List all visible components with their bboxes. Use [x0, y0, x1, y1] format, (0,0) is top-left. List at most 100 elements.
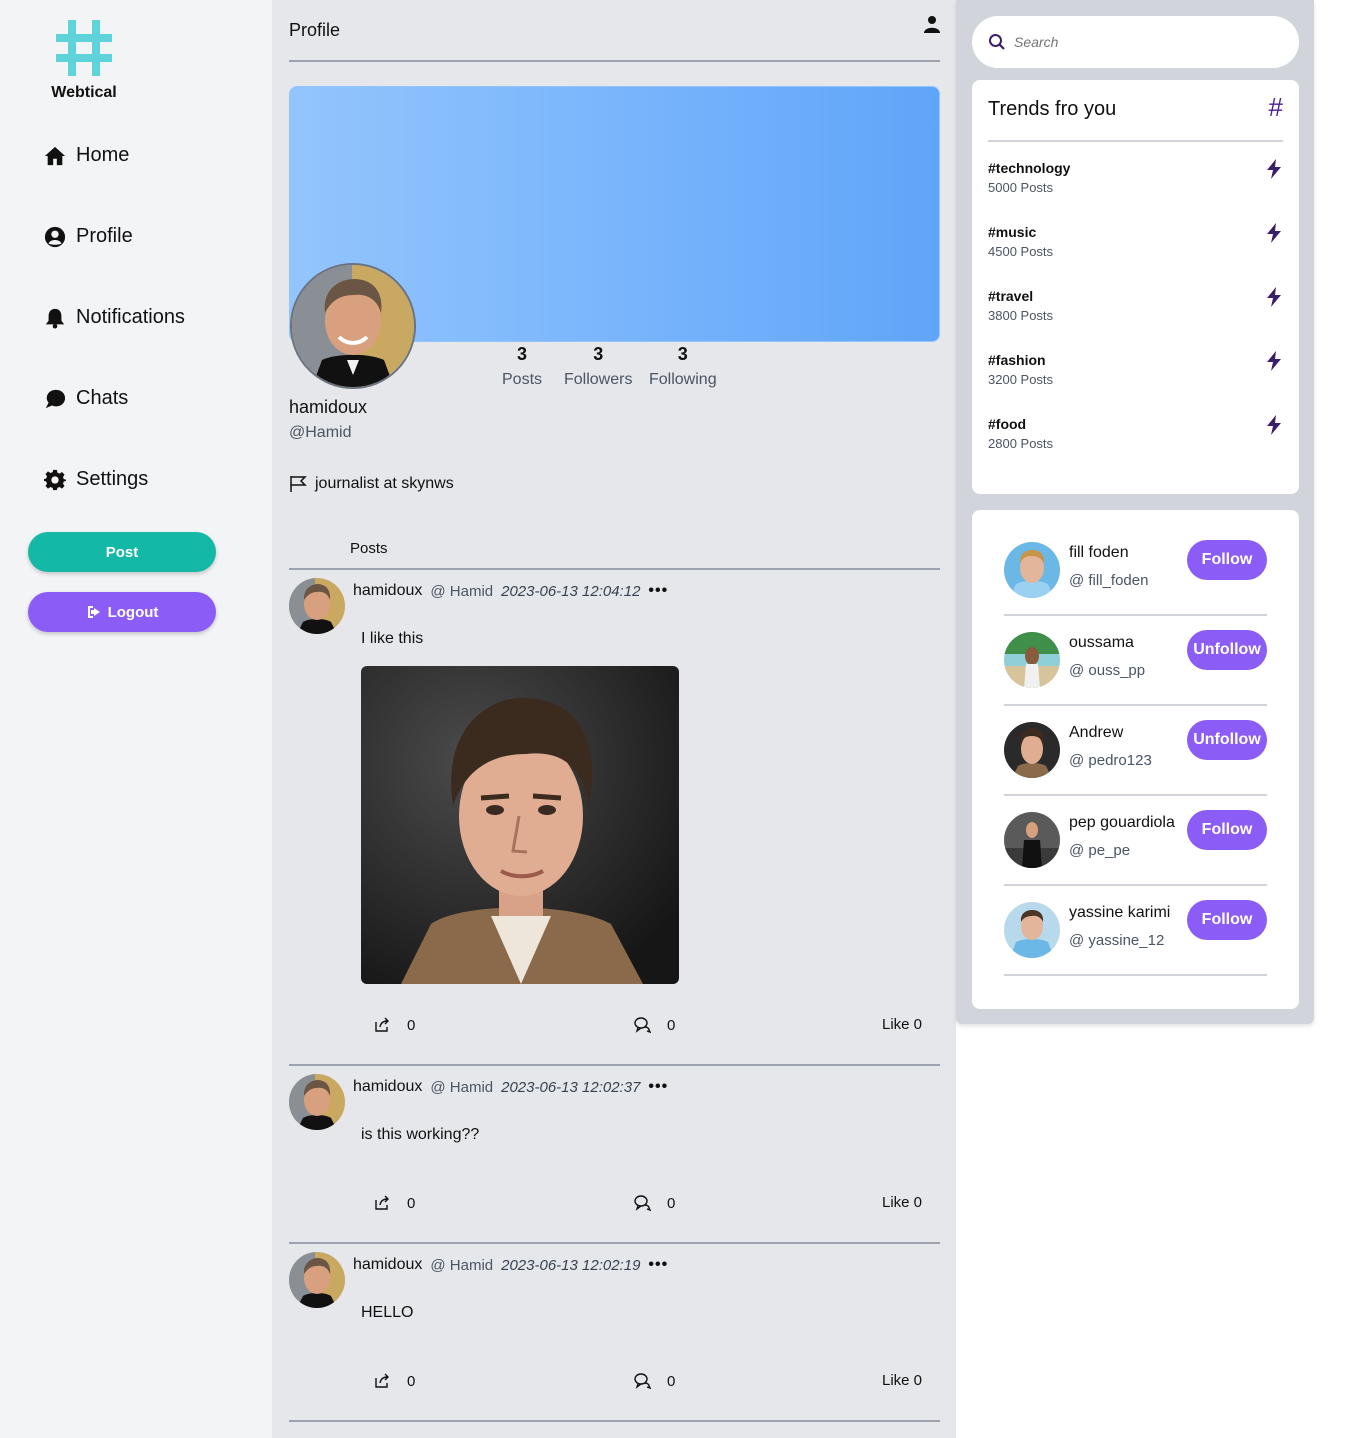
- avatar[interactable]: [1004, 542, 1060, 598]
- trend-item[interactable]: #fashion 3200 Posts: [988, 351, 1283, 396]
- trend-item[interactable]: #food 2800 Posts: [988, 415, 1283, 460]
- suggestion-name[interactable]: Andrew: [1069, 724, 1123, 742]
- suggestion-name[interactable]: oussama: [1069, 634, 1134, 652]
- nav-item-settings[interactable]: Settings: [44, 468, 148, 491]
- suggestion-name[interactable]: fill foden: [1069, 544, 1129, 562]
- share-count: 0: [407, 1016, 416, 1034]
- avatar[interactable]: [1004, 632, 1060, 688]
- stat-value: 3: [593, 344, 604, 364]
- avatar-photo: [1004, 902, 1060, 958]
- stat-value: 3: [517, 344, 528, 364]
- like-button[interactable]: Like 0: [882, 1016, 922, 1033]
- suggestion-name[interactable]: pep gouardiola: [1069, 814, 1175, 832]
- nav-item-label: Home: [76, 144, 130, 166]
- post-date: 2023-06-13 12:02:19: [501, 1256, 641, 1274]
- post-text: is this working??: [361, 1126, 480, 1143]
- post-avatar-photo: [289, 1074, 345, 1130]
- avatar[interactable]: [1004, 722, 1060, 778]
- trend-count: 5000 Posts: [988, 180, 1054, 195]
- posts-tab[interactable]: Posts: [289, 538, 940, 570]
- unfollow-button[interactable]: Unfollow: [1187, 630, 1267, 670]
- post-image-photo: [361, 666, 679, 984]
- like-button[interactable]: Like 0: [882, 1372, 922, 1389]
- trend-item[interactable]: #travel 3800 Posts: [988, 287, 1283, 332]
- lightning-icon: [1267, 415, 1281, 435]
- unfollow-button[interactable]: Unfollow: [1187, 720, 1267, 760]
- post-card: hamidoux @ Hamid 2023-06-13 12:04:12 •••…: [289, 570, 940, 1066]
- share-button[interactable]: 0: [373, 1194, 415, 1212]
- nav-item-profile[interactable]: Profile: [44, 225, 133, 248]
- post-meta: hamidoux @ Hamid 2023-06-13 12:02:37 •••: [353, 1078, 668, 1096]
- search-input[interactable]: [1014, 34, 1264, 50]
- post-button[interactable]: Post: [28, 532, 216, 572]
- logout-button[interactable]: Logout: [28, 592, 216, 632]
- nav-item-chats[interactable]: Chats: [44, 387, 128, 410]
- trend-tag: #music: [988, 224, 1037, 240]
- trend-tag: #technology: [988, 160, 1071, 176]
- user-icon[interactable]: [924, 15, 940, 33]
- avatar[interactable]: [1004, 812, 1060, 868]
- post-avatar[interactable]: [289, 578, 345, 634]
- profile-avatar[interactable]: [290, 263, 416, 389]
- post-avatar-photo: [289, 578, 345, 634]
- stat-followers[interactable]: 3 Followers: [564, 344, 632, 389]
- trend-item[interactable]: #technology 5000 Posts: [988, 159, 1283, 204]
- post-avatar[interactable]: [289, 1074, 345, 1130]
- suggestion-handle: @ ouss_pp: [1069, 662, 1146, 679]
- comment-icon: [634, 1017, 651, 1034]
- comment-button[interactable]: 0: [633, 1016, 675, 1034]
- post-username[interactable]: hamidoux: [353, 582, 422, 600]
- suggestion-row: pep gouardiola @ pe_pe Follow: [1004, 796, 1267, 886]
- nav-item-label: Settings: [76, 468, 149, 490]
- comment-button[interactable]: 0: [633, 1372, 675, 1390]
- chat-icon: [45, 389, 66, 408]
- stat-label: Following: [649, 371, 717, 388]
- hashtag-logo-icon: [56, 20, 112, 76]
- post-image[interactable]: [361, 666, 679, 984]
- share-button[interactable]: 0: [373, 1372, 415, 1390]
- post-avatar[interactable]: [289, 1252, 345, 1308]
- post-avatar-photo: [289, 1252, 345, 1308]
- trend-count: 2800 Posts: [988, 436, 1054, 451]
- trend-tag: #food: [988, 416, 1027, 432]
- lightning-icon: [1267, 159, 1281, 179]
- bio-text: journalist at skynws: [315, 475, 454, 492]
- home-icon: [44, 146, 66, 165]
- avatar-photo: [1004, 722, 1060, 778]
- follow-button[interactable]: Follow: [1187, 900, 1267, 940]
- suggestion-handle: @ pedro123: [1069, 752, 1152, 769]
- post-username[interactable]: hamidoux: [353, 1256, 422, 1274]
- avatar[interactable]: [1004, 902, 1060, 958]
- share-icon: [375, 1017, 389, 1032]
- lightning-icon: [1267, 351, 1281, 371]
- post-options-icon[interactable]: •••: [648, 1256, 668, 1274]
- profile-name: hamidoux: [289, 397, 368, 417]
- suggestion-name[interactable]: yassine karimi: [1069, 904, 1170, 922]
- post-meta: hamidoux @ Hamid 2023-06-13 12:04:12 •••: [353, 582, 668, 600]
- suggestion-row: Andrew @ pedro123 Unfollow: [1004, 706, 1267, 796]
- flag-icon: [290, 476, 307, 492]
- nav-item-notifications[interactable]: Notifications: [44, 306, 185, 329]
- share-button[interactable]: 0: [373, 1016, 415, 1034]
- search-bar[interactable]: [972, 16, 1299, 68]
- nav-item-home[interactable]: Home: [44, 144, 129, 167]
- suggestion-handle: @ fill_foden: [1069, 572, 1149, 589]
- post-options-icon[interactable]: •••: [648, 582, 668, 600]
- post-username[interactable]: hamidoux: [353, 1078, 422, 1096]
- follow-button[interactable]: Follow: [1187, 540, 1267, 580]
- like-label: Like 0: [882, 1016, 923, 1033]
- search-icon: [989, 34, 1005, 50]
- follow-button[interactable]: Follow: [1187, 810, 1267, 850]
- like-button[interactable]: Like 0: [882, 1194, 922, 1211]
- trend-count: 4500 Posts: [988, 244, 1054, 259]
- stat-posts[interactable]: 3 Posts: [502, 344, 542, 389]
- stat-following[interactable]: 3 Following: [649, 344, 717, 389]
- nav-item-label: Chats: [76, 387, 129, 409]
- comment-count: 0: [667, 1194, 676, 1212]
- comment-button[interactable]: 0: [633, 1194, 675, 1212]
- post-options-icon[interactable]: •••: [648, 1078, 668, 1096]
- trend-item[interactable]: #music 4500 Posts: [988, 223, 1283, 268]
- lightning-icon: [1267, 223, 1281, 243]
- profile-bio: journalist at skynws: [289, 475, 454, 493]
- logo[interactable]: Webtical: [50, 18, 118, 102]
